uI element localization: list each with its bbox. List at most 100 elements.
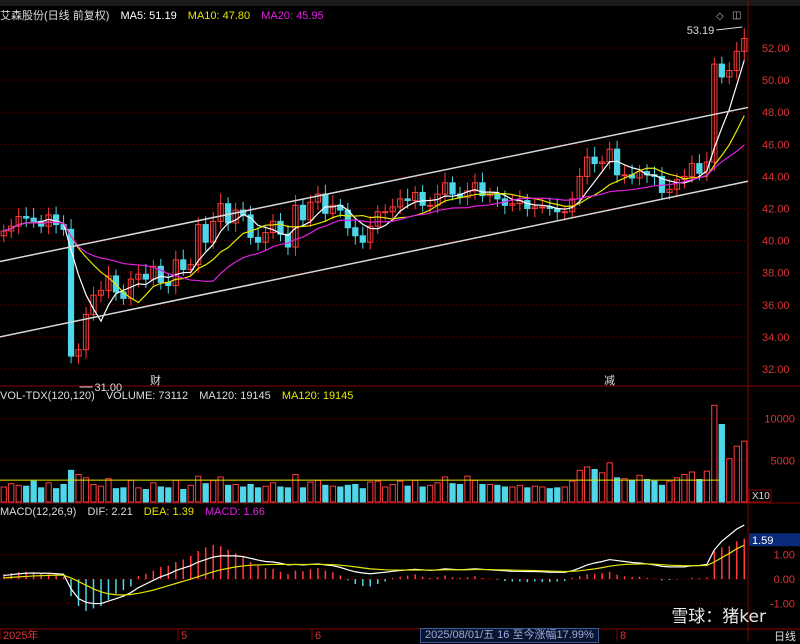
candle-body bbox=[404, 198, 411, 201]
diamond-icon[interactable]: ◇ bbox=[716, 11, 724, 22]
volume-bar bbox=[539, 486, 546, 503]
volume-bar bbox=[60, 484, 67, 503]
candle-body bbox=[382, 211, 389, 214]
macd-tick-label: -1.00 bbox=[770, 599, 795, 611]
volume-bar bbox=[97, 485, 105, 503]
volume-bar bbox=[30, 480, 37, 503]
volume-bar bbox=[262, 485, 269, 503]
candle-body bbox=[30, 217, 37, 222]
volume-bar bbox=[135, 487, 142, 503]
volume-bar bbox=[337, 486, 344, 503]
volume-bar bbox=[284, 487, 292, 503]
volume-bar bbox=[120, 487, 127, 503]
candle-body bbox=[524, 199, 531, 210]
volume-bar bbox=[441, 476, 449, 503]
volume-bar bbox=[187, 484, 194, 503]
macd-tick-label: 0.00 bbox=[774, 574, 795, 586]
volume-bar bbox=[75, 474, 82, 503]
volume-bar bbox=[501, 486, 509, 503]
stock-title: 艾森股份(日线 前复权) bbox=[0, 10, 110, 22]
volume-bar bbox=[217, 476, 224, 503]
volume-bar bbox=[666, 480, 673, 503]
panel-toggle-icon[interactable]: ◫ bbox=[732, 10, 741, 21]
volume-bar bbox=[696, 479, 703, 503]
volume-bar bbox=[142, 489, 149, 503]
volume-bar bbox=[374, 480, 381, 503]
volume-bar bbox=[494, 484, 501, 503]
stock-chart-svg: 52.0050.0048.0046.0044.0042.0040.0038.00… bbox=[0, 0, 800, 641]
volume-bar bbox=[688, 471, 696, 503]
candle-body bbox=[621, 174, 628, 177]
candle-body bbox=[202, 224, 209, 243]
candle-body bbox=[225, 203, 232, 224]
candle-body bbox=[419, 191, 426, 206]
volume-bar bbox=[150, 482, 157, 503]
volume-bar bbox=[277, 486, 284, 503]
volume-bar bbox=[307, 481, 314, 503]
volume-indicator-name: VOL-TDX(120,120) bbox=[0, 390, 95, 402]
volume-bar bbox=[239, 486, 247, 503]
price-tick-label: 44.00 bbox=[762, 171, 790, 183]
volume-bar bbox=[658, 484, 666, 503]
volume-bar bbox=[531, 485, 538, 503]
price-tick-label: 50.00 bbox=[762, 75, 790, 87]
x-axis-label: 2025年 bbox=[3, 628, 38, 641]
volume-bar bbox=[82, 477, 90, 503]
x-axis-label: 8 bbox=[620, 630, 626, 641]
volume-tick-label: 5000 bbox=[771, 455, 795, 467]
volume-bar bbox=[651, 480, 658, 503]
volume-bar bbox=[382, 486, 389, 503]
ma20-legend: MA20: 45.95 bbox=[261, 10, 324, 22]
volume-bar bbox=[165, 487, 172, 503]
candle-body bbox=[561, 211, 568, 214]
volume-ma120-a: MA120: 19145 bbox=[199, 390, 271, 402]
candle-body bbox=[718, 63, 725, 78]
volume-bar bbox=[673, 477, 681, 503]
candle-body bbox=[142, 273, 149, 280]
high-annotation-pointer bbox=[716, 26, 743, 31]
macd-tick-label: 1.00 bbox=[774, 550, 795, 562]
candle-body bbox=[254, 236, 262, 243]
volume-bar bbox=[352, 484, 359, 503]
volume-bar bbox=[367, 481, 374, 503]
x-axis-label: 6 bbox=[315, 630, 321, 641]
ma5-legend: MA5: 51.19 bbox=[120, 10, 177, 22]
volume-bar bbox=[599, 472, 606, 503]
volume-bar bbox=[576, 469, 583, 503]
volume-bar bbox=[703, 470, 710, 503]
volume-bar bbox=[254, 487, 262, 503]
volume-bar bbox=[8, 483, 15, 503]
volume-bar bbox=[471, 479, 479, 503]
volume-bar bbox=[479, 484, 486, 503]
volume-bar bbox=[621, 478, 628, 503]
ma10-legend: MA10: 47.80 bbox=[187, 10, 251, 22]
volume-ma120-b: MA120: 19145 bbox=[281, 390, 354, 402]
volume-unit-label: X10 bbox=[752, 491, 770, 502]
macd-value: MACD: 1.66 bbox=[205, 506, 265, 518]
dea-line bbox=[3, 544, 745, 596]
candle-body bbox=[322, 193, 329, 214]
volume-bar bbox=[247, 484, 254, 503]
candle-body bbox=[157, 265, 164, 283]
volume-bar bbox=[389, 484, 396, 503]
volume-panel-header: VOL-TDX(120,120) VOLUME: 73112 MA120: 19… bbox=[0, 389, 361, 403]
volume-bar bbox=[554, 487, 561, 503]
high-annotation-label: 53.19 bbox=[687, 25, 715, 37]
volume-bar bbox=[322, 484, 329, 503]
price-panel-header: 艾森股份(日线 前复权) MA5: 51.19 MA10: 47.80 MA20… bbox=[0, 9, 332, 23]
period-label[interactable]: 日线 bbox=[774, 628, 796, 644]
volume-bar bbox=[232, 484, 239, 503]
candle-body bbox=[23, 216, 30, 219]
volume-bar bbox=[456, 484, 464, 503]
candle-body bbox=[591, 156, 598, 165]
volume-tick-label: 10000 bbox=[764, 414, 795, 426]
volume-bar bbox=[397, 480, 404, 503]
volume-bar bbox=[404, 485, 411, 503]
macd-highlight-label: 1.59 bbox=[752, 535, 773, 547]
price-tick-label: 36.00 bbox=[762, 300, 790, 312]
candle-body bbox=[180, 259, 187, 270]
candle-body bbox=[352, 227, 359, 237]
volume-bar bbox=[23, 485, 30, 503]
price-tick-label: 52.00 bbox=[762, 43, 790, 55]
x-axis-label: 5 bbox=[181, 630, 187, 641]
